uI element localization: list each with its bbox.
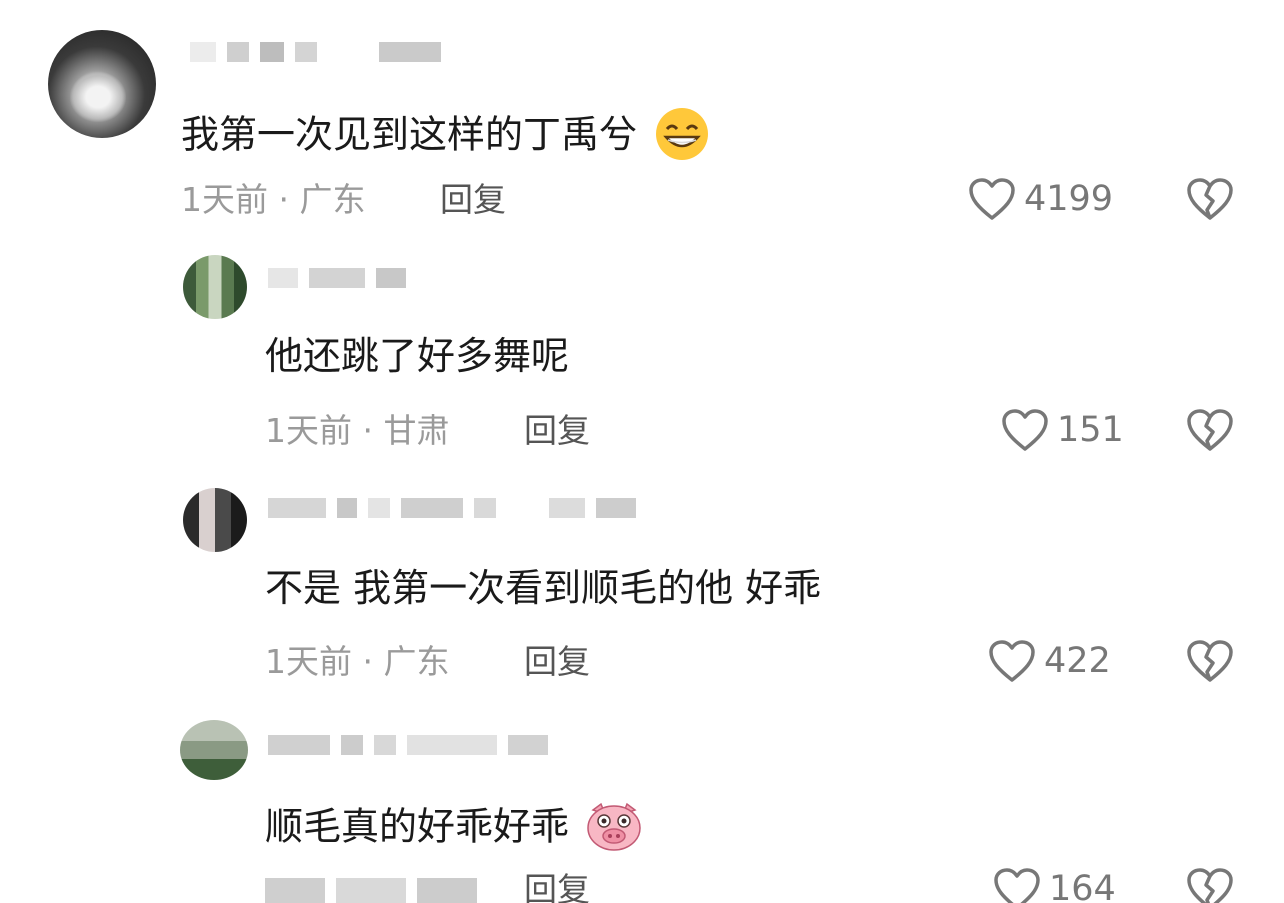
heart-outline-icon: [1002, 409, 1048, 451]
like-count: 422: [1044, 640, 1111, 681]
heart-outline-icon: [969, 178, 1015, 220]
broken-heart-icon: [1187, 868, 1233, 903]
user-avatar[interactable]: [183, 255, 247, 319]
meta-pixelated: [265, 878, 483, 903]
user-avatar[interactable]: [48, 30, 156, 138]
comment-text: 我第一次见到这样的丁禹兮: [181, 107, 711, 167]
reply-button[interactable]: 回复: [524, 414, 590, 447]
like-button[interactable]: 164: [993, 867, 1116, 903]
comment-thread: 我第一次见到这样的丁禹兮 1天前 · 广东 回复 4199 他还跳了好多舞呢 1…: [0, 0, 1284, 903]
username-pixelated[interactable]: [268, 268, 412, 290]
reply-button[interactable]: 回复: [524, 873, 590, 903]
broken-heart-icon: [1187, 178, 1233, 220]
reply-button[interactable]: 回复: [440, 183, 506, 216]
like-count: 4199: [1024, 178, 1114, 219]
user-avatar[interactable]: [183, 488, 247, 552]
heart-outline-icon: [989, 640, 1035, 682]
broken-heart-icon: [1187, 409, 1233, 451]
grinning-face-emoji: [653, 107, 711, 167]
username-pixelated[interactable]: [190, 42, 447, 64]
dislike-button[interactable]: [1186, 639, 1234, 683]
comment-text: 他还跳了好多舞呢: [265, 334, 570, 378]
dislike-button[interactable]: [1186, 408, 1234, 452]
heart-outline-icon: [994, 868, 1040, 903]
broken-heart-icon: [1187, 640, 1233, 682]
dislike-button[interactable]: [1186, 177, 1234, 221]
like-count: 164: [1049, 868, 1116, 903]
user-avatar[interactable]: [180, 720, 248, 780]
like-button[interactable]: 4199: [968, 177, 1113, 221]
like-button[interactable]: 151: [1001, 408, 1124, 452]
like-count: 151: [1057, 409, 1124, 450]
pig-face-emoji: [585, 800, 643, 858]
comment-meta: 1天前 · 广东: [265, 642, 450, 681]
comment-text: 顺毛真的好乖好乖: [265, 800, 643, 858]
comment-meta: 1天前 · 甘肃: [265, 411, 450, 450]
comment-text: 不是 我第一次看到顺毛的他 好乖: [265, 566, 822, 610]
reply-button[interactable]: 回复: [524, 645, 590, 678]
username-pixelated[interactable]: [268, 498, 642, 520]
like-button[interactable]: 422: [988, 639, 1111, 683]
comment-meta: 1天前 · 广东: [181, 180, 366, 219]
dislike-button[interactable]: [1186, 867, 1234, 903]
username-pixelated[interactable]: [268, 735, 554, 757]
